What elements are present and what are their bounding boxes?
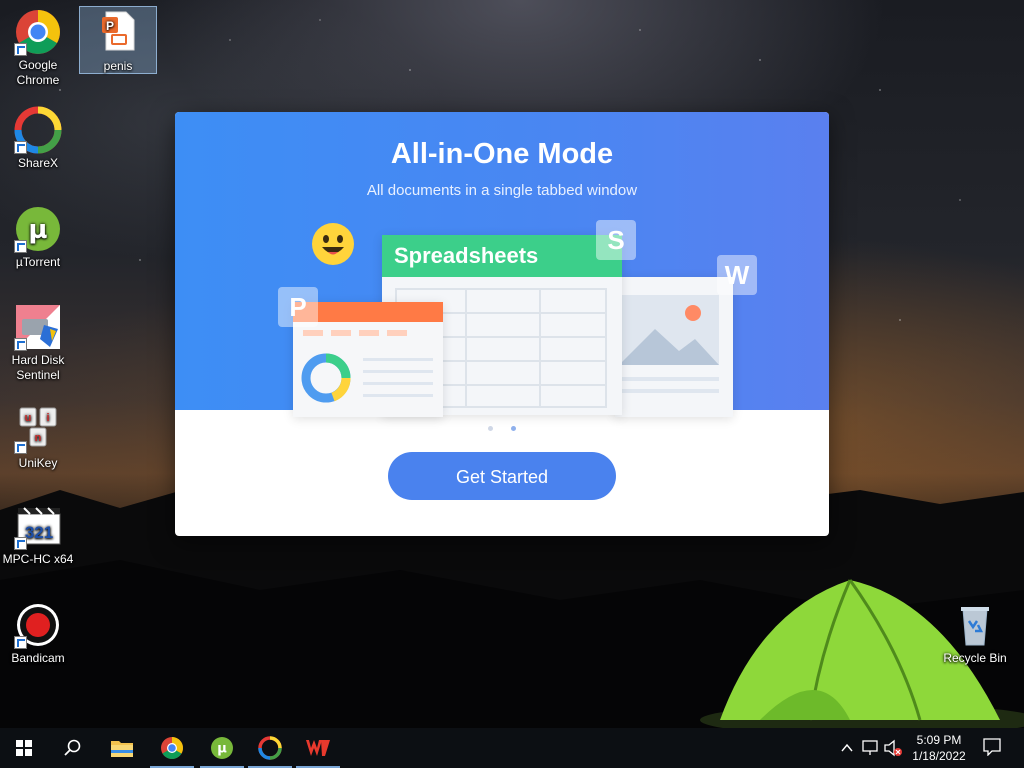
windows-logo-icon <box>16 740 32 756</box>
action-center-icon[interactable] <box>983 738 1001 756</box>
file-explorer-icon <box>111 741 133 757</box>
dialog-subtitle: All documents in a single tabbed window <box>366 182 638 199</box>
search-icon <box>64 739 81 756</box>
desktop-icon-label: penis <box>103 59 133 73</box>
dialog-hero-banner: All-in-One Mode All documents in a singl… <box>175 112 829 417</box>
carousel-pager <box>175 418 829 436</box>
shortcut-arrow-icon <box>14 537 27 550</box>
unikey-icon: u i n <box>14 406 62 454</box>
shortcut-arrow-icon <box>14 338 27 351</box>
utorrent-icon: µ <box>14 205 62 253</box>
chrome-icon <box>14 8 62 56</box>
desktop-icon-recycle-bin[interactable]: Recycle Bin <box>937 601 1013 666</box>
spreadsheet-badge-icon: S <box>596 220 636 260</box>
desktop-icon-bandicam[interactable]: Bandicam <box>0 601 76 666</box>
shortcut-arrow-icon <box>14 240 27 253</box>
desktop-icon-unikey[interactable]: u i n UniKey <box>0 406 76 471</box>
volume-muted-icon[interactable] <box>884 739 902 757</box>
taskbar-file-explorer[interactable] <box>98 728 146 768</box>
svg-text:n: n <box>35 432 42 444</box>
shortcut-arrow-icon <box>14 636 27 649</box>
desktop-icon-utorrent[interactable]: µ µTorrent <box>0 205 76 270</box>
recycle-bin-icon <box>951 601 999 649</box>
chrome-icon <box>161 737 183 759</box>
svg-text:P: P <box>106 19 114 33</box>
desktop-icon-penis[interactable]: P penis <box>79 6 157 74</box>
document-preview-card <box>615 277 733 417</box>
start-button[interactable] <box>0 728 48 768</box>
desktop-icon-sharex[interactable]: ShareX <box>0 106 76 171</box>
clock-date: 1/18/2022 <box>912 749 966 763</box>
chevron-up-icon[interactable] <box>840 741 854 755</box>
desktop-icon-label: Recycle Bin <box>943 651 1007 665</box>
spreadsheet-card-header: Spreadsheets <box>382 235 622 277</box>
spreadsheet-card-label: Spreadsheets <box>394 243 539 268</box>
desktop-icon-label: Google Chrome <box>16 58 60 87</box>
network-icon[interactable] <box>862 740 880 756</box>
get-started-button[interactable]: Get Started <box>388 452 616 500</box>
desktop-icon-label: ShareX <box>17 156 59 170</box>
utorrent-icon: µ <box>211 737 233 759</box>
desktop-icon-mpc-hc[interactable]: 321 MPC-HC x64 <box>0 502 76 567</box>
taskbar-utorrent[interactable]: µ <box>198 728 246 768</box>
bandicam-icon <box>14 601 62 649</box>
svg-text:i: i <box>46 412 49 424</box>
taskbar-chrome[interactable] <box>148 728 196 768</box>
svg-text:µ: µ <box>28 215 47 245</box>
smiley-icon <box>312 223 354 265</box>
desktop-icon-label: Hard Disk Sentinel <box>11 353 65 382</box>
search-button[interactable] <box>48 728 96 768</box>
hard-disk-sentinel-icon <box>14 303 62 351</box>
mpc-hc-icon: 321 <box>14 502 62 550</box>
svg-text:µ: µ <box>217 742 227 757</box>
taskbar-wps-office[interactable] <box>294 728 342 768</box>
pager-dot-active[interactable] <box>511 426 516 431</box>
desktop-icon-label: µTorrent <box>15 255 61 269</box>
shortcut-arrow-icon <box>14 441 27 454</box>
svg-text:u: u <box>25 412 32 424</box>
system-tray <box>838 728 902 768</box>
sharex-icon <box>14 106 62 154</box>
wps-office-icon <box>306 740 330 756</box>
desktop-icon-google-chrome[interactable]: Google Chrome <box>0 8 76 88</box>
desktop-icon-label: UniKey <box>18 456 58 470</box>
taskbar-sharex[interactable] <box>246 728 294 768</box>
desktop-icon-label: Bandicam <box>11 651 65 665</box>
shortcut-arrow-icon <box>14 141 27 154</box>
taskbar-clock[interactable]: 5:09 PM 1/18/2022 <box>904 732 974 764</box>
svg-text:321: 321 <box>25 523 53 542</box>
pager-dot[interactable] <box>488 426 493 431</box>
all-in-one-mode-dialog: All-in-One Mode All documents in a singl… <box>175 112 829 536</box>
powerpoint-document-icon: P <box>94 9 142 57</box>
dialog-title: All-in-One Mode <box>390 138 614 170</box>
desktop-icon-label: MPC-HC x64 <box>2 552 74 566</box>
desktop-icon-hard-disk-sentinel[interactable]: Hard Disk Sentinel <box>0 303 76 383</box>
writer-badge-icon: W <box>717 255 757 295</box>
clock-time: 5:09 PM <box>916 733 962 747</box>
taskbar: µ 5:09 PM 1/18/2022 <box>0 728 1024 768</box>
sharex-icon <box>258 736 282 760</box>
shortcut-arrow-icon <box>14 43 27 56</box>
presentation-badge-icon: P <box>278 287 318 327</box>
